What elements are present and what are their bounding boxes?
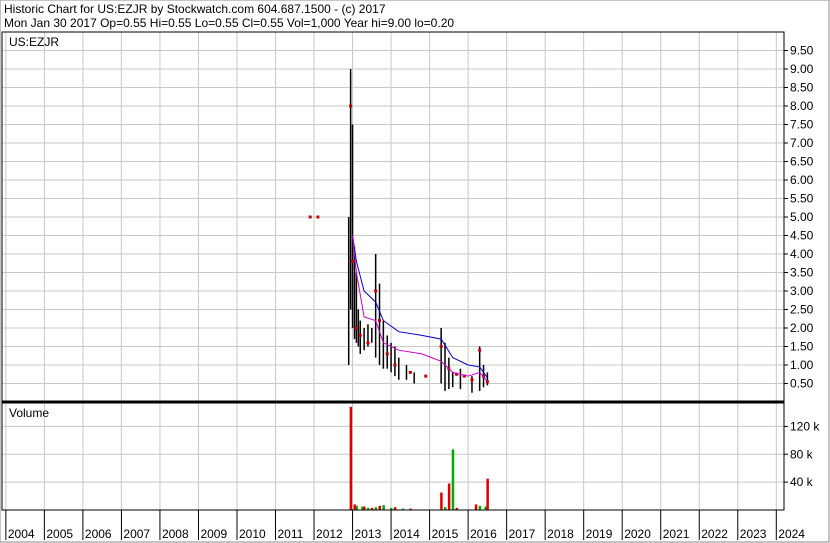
- y-tick-label: 7.00: [790, 136, 814, 150]
- x-tick-label: 2020: [624, 527, 651, 541]
- volume-bar: [486, 478, 489, 510]
- y-tick-label: 6.00: [790, 173, 814, 187]
- close-marker: [470, 378, 474, 382]
- close-marker: [366, 341, 370, 345]
- close-marker: [316, 215, 320, 219]
- axes: 2004 2005 2006 2007 2008 2009 2010 2011 2012 2013…: [0, 0, 830, 543]
- close-marker: [349, 104, 353, 108]
- price-marks: [308, 69, 489, 393]
- y-tick-label: 9.00: [790, 62, 814, 76]
- x-tick-label: 2006: [85, 527, 112, 541]
- x-tick-label: 2007: [123, 527, 150, 541]
- x-tick-label: 2008: [162, 527, 189, 541]
- close-marker: [385, 352, 389, 356]
- x-tick-label: 2004: [8, 527, 35, 541]
- y-tick-label: 3.50: [790, 266, 814, 280]
- y-tick-label: 7.50: [790, 118, 814, 132]
- x-tick-label: 2012: [316, 527, 343, 541]
- close-marker: [424, 374, 428, 378]
- y-tick-label: 4.50: [790, 229, 814, 243]
- volume-bar: [451, 449, 455, 510]
- close-marker: [408, 370, 412, 374]
- x-tick-label: 2014: [393, 527, 420, 541]
- volume-bar: [478, 505, 482, 510]
- y-tick-label: 5.50: [790, 192, 814, 206]
- x-tick-label: 2019: [586, 527, 613, 541]
- x-tick-label: 2016: [470, 527, 497, 541]
- volume-bar: [363, 506, 366, 510]
- x-tick-label: 2013: [355, 527, 382, 541]
- x-tick-label: 2022: [701, 527, 728, 541]
- close-marker: [358, 333, 362, 337]
- x-tick-label: 2015: [432, 527, 459, 541]
- volume-bar: [447, 483, 451, 510]
- volume-bar: [474, 504, 478, 510]
- moving-average-long: [352, 235, 488, 379]
- close-marker: [308, 215, 312, 219]
- volume-panel-frame: [1, 401, 785, 511]
- close-marker: [439, 345, 443, 348]
- close-marker: [393, 363, 397, 367]
- y-tick-label: 8.50: [790, 81, 814, 95]
- y-tick-label: 9.50: [790, 44, 814, 58]
- close-marker: [478, 348, 482, 352]
- y-tick-label: 6.50: [790, 155, 814, 169]
- volume-bar: [440, 492, 443, 510]
- close-marker: [378, 319, 382, 323]
- volume-bar: [382, 505, 385, 510]
- x-tick-label: 2009: [200, 527, 227, 541]
- stock-chart: 2004 2005 2006 2007 2008 2009 2010 2011 2012 2013…: [0, 0, 830, 543]
- price-panel-title: US:EZJR: [9, 35, 59, 49]
- x-tick-label: 2017: [509, 527, 536, 541]
- price-grid: [2, 32, 784, 402]
- volume-tick-label: 120 k: [790, 419, 820, 433]
- volume-bar: [349, 406, 353, 510]
- close-marker: [354, 326, 358, 330]
- window-border: [0, 0, 830, 543]
- x-tick-label: 2005: [46, 527, 73, 541]
- x-tick-label: 2010: [239, 527, 266, 541]
- moving-average-short: [352, 235, 488, 382]
- volume-bar: [378, 505, 382, 510]
- x-tick-label: 2018: [547, 527, 574, 541]
- close-marker: [351, 259, 355, 263]
- volume-grid: [2, 402, 784, 510]
- y-tick-label: 8.00: [790, 99, 814, 113]
- volume-panel-title: Volume: [9, 406, 49, 420]
- x-tick-label: 2011: [278, 527, 304, 541]
- y-tick-label: 5.00: [790, 210, 814, 224]
- y-tick-label: 0.50: [790, 377, 814, 391]
- y-tick-label: 1.00: [790, 358, 814, 372]
- chart-window: Historic Chart for US:EZJR by Stockwatch…: [0, 0, 830, 543]
- y-tick-label: 2.50: [790, 303, 814, 317]
- volume-bar: [353, 504, 356, 510]
- y-tick-label: 2.00: [790, 321, 814, 335]
- y-tick-label: 3.00: [790, 284, 814, 298]
- close-marker: [374, 289, 378, 293]
- volume-tick-label: 80 k: [790, 447, 814, 461]
- y-tick-label: 4.00: [790, 247, 814, 261]
- x-tick-label: 2021: [663, 527, 690, 541]
- y-tick-label: 1.50: [790, 340, 814, 354]
- x-tick-label: 2024: [778, 527, 805, 541]
- x-tick-label: 2023: [740, 527, 767, 541]
- volume-tick-label: 40 k: [790, 475, 814, 489]
